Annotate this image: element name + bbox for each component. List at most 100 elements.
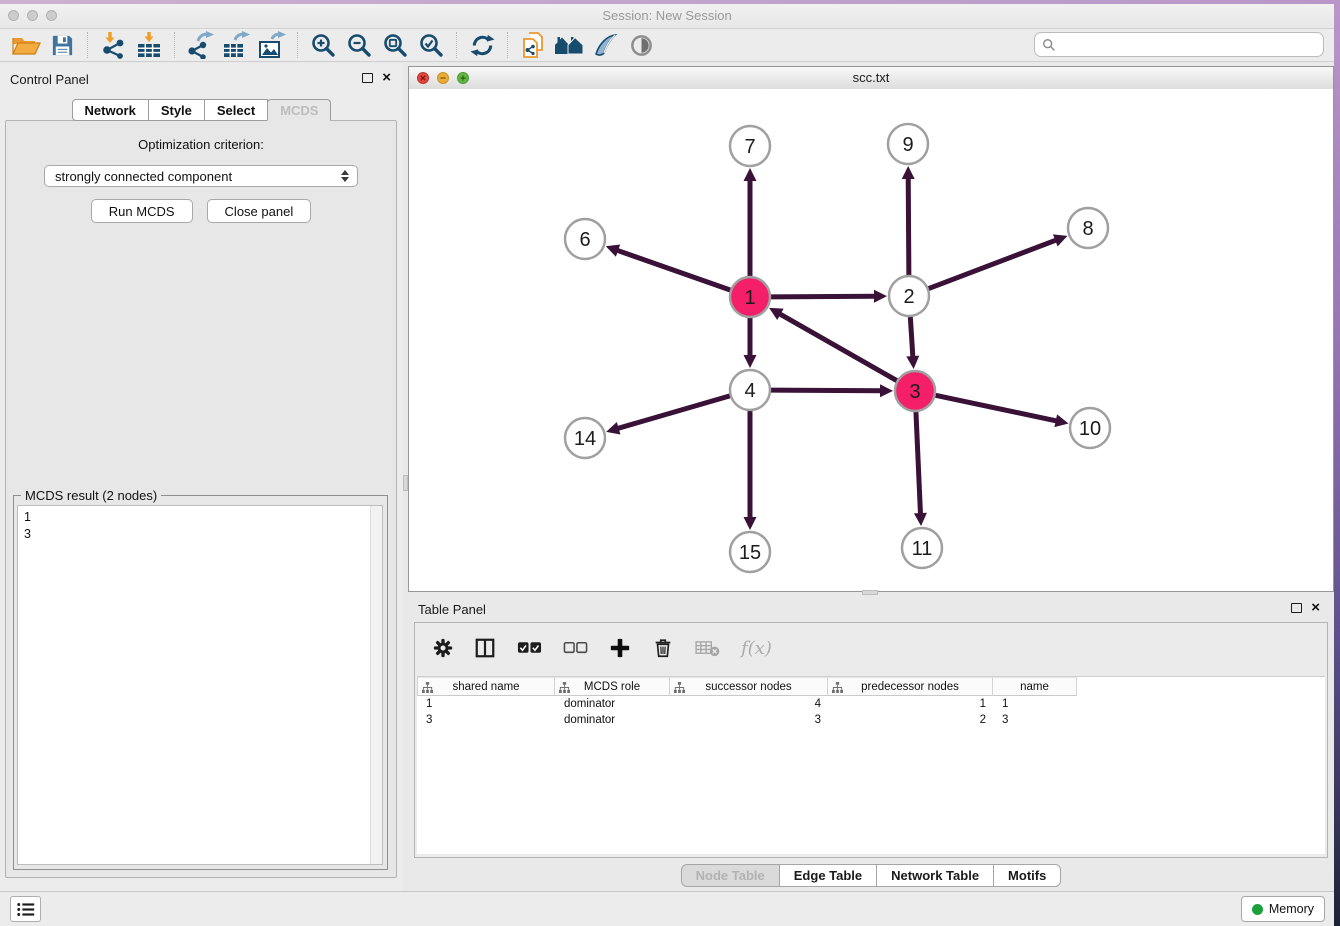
graph-edge-3-11[interactable] — [916, 412, 921, 515]
eye-icon[interactable] — [623, 30, 659, 60]
column-layout-icon[interactable] — [474, 637, 496, 659]
tab-network[interactable]: Network — [72, 99, 149, 121]
tab-style[interactable]: Style — [148, 99, 205, 121]
node-table[interactable]: shared name MCDS role successor nodes pr… — [417, 676, 1325, 854]
table-toolbar: f(x) — [415, 623, 1327, 673]
graph-node-label: 8 — [1082, 218, 1093, 240]
export-network-icon[interactable] — [182, 30, 218, 60]
open-file-icon[interactable] — [8, 30, 44, 60]
share-document-icon[interactable] — [515, 30, 551, 60]
delete-column-icon[interactable] — [652, 637, 674, 659]
result-scrollbar[interactable] — [370, 506, 382, 864]
graph-edge-arrowhead — [606, 422, 620, 434]
save-session-icon[interactable] — [44, 30, 80, 60]
select-all-rows-icon[interactable] — [517, 641, 542, 655]
zoom-out-icon[interactable] — [341, 30, 377, 60]
run-mcds-button[interactable]: Run MCDS — [91, 199, 193, 223]
zoom-selected-icon[interactable] — [413, 30, 449, 60]
tab-network-table[interactable]: Network Table — [876, 864, 994, 887]
import-network-icon[interactable] — [95, 30, 131, 60]
horizontal-splitter-grip[interactable] — [862, 590, 878, 595]
float-panel-icon[interactable] — [362, 73, 373, 83]
app-window: Session: New Session — [0, 0, 1340, 926]
table-tabs: Node Table Edge Table Network Table Moti… — [408, 864, 1334, 887]
graph-node-label: 1 — [744, 287, 755, 309]
graph-node-label: 11 — [912, 538, 933, 560]
close-panel-icon[interactable]: × — [1311, 602, 1320, 614]
tab-mcds[interactable]: MCDS — [267, 99, 331, 121]
tab-node-table[interactable]: Node Table — [681, 864, 780, 887]
function-builder-icon: f(x) — [741, 638, 772, 659]
graph-node-label: 9 — [902, 134, 913, 156]
toolbar-separator — [174, 32, 175, 58]
graph-edge-1-2[interactable] — [771, 296, 876, 297]
add-column-icon[interactable] — [609, 637, 631, 659]
column-header-predecessor-nodes[interactable]: predecessor nodes — [828, 677, 993, 696]
optimization-criterion-dropdown[interactable]: strongly connected component — [44, 165, 358, 187]
clear-table-icon — [695, 639, 720, 658]
mcds-result-box[interactable]: 1 3 — [17, 505, 383, 865]
control-panel-tabs: Network Style Select MCDS — [0, 99, 403, 121]
table-panel-content: f(x) shared name MCDS role successor nod… — [414, 622, 1328, 858]
network-canvas[interactable]: 1234678910111415 — [409, 89, 1333, 591]
network-view-window: scc.txt 1234678910111415 — [408, 66, 1334, 592]
mcds-result-line: 1 — [18, 506, 382, 526]
tab-motifs[interactable]: Motifs — [993, 864, 1061, 887]
graph-edge-2-8[interactable] — [929, 240, 1058, 289]
column-header-shared-name[interactable]: shared name — [417, 677, 555, 696]
graph-node-label: 10 — [1079, 418, 1101, 440]
graph-edge-4-14[interactable] — [617, 396, 730, 429]
graph-edge-arrowhead — [880, 384, 893, 397]
export-image-icon[interactable] — [254, 30, 290, 60]
float-panel-icon[interactable] — [1291, 603, 1302, 613]
task-history-button[interactable] — [10, 896, 41, 922]
tab-select[interactable]: Select — [204, 99, 268, 121]
search-field[interactable] — [1034, 32, 1324, 57]
window-title: Session: New Session — [0, 8, 1334, 23]
graph-edge-arrowhead — [606, 244, 620, 256]
tab-edge-table[interactable]: Edge Table — [779, 864, 877, 887]
memory-label: Memory — [1269, 902, 1314, 916]
graph-edge-arrowhead — [1054, 414, 1068, 427]
column-header-name[interactable]: name — [993, 677, 1077, 696]
mcds-result-group: MCDS result (2 nodes) 1 3 — [13, 495, 388, 870]
settings-gear-icon[interactable] — [433, 638, 453, 658]
column-type-icon — [559, 682, 570, 696]
desktop-background-right — [1334, 0, 1340, 926]
column-header-mcds-role[interactable]: MCDS role — [555, 677, 670, 696]
memory-button[interactable]: Memory — [1241, 896, 1325, 922]
zoom-in-icon[interactable] — [305, 30, 341, 60]
graph-node-label: 6 — [579, 229, 590, 251]
graph-edge-3-10[interactable] — [936, 395, 1058, 421]
import-table-icon[interactable] — [131, 30, 167, 60]
graph-edge-arrowhead — [906, 356, 919, 369]
graph-edge-2-3[interactable] — [910, 317, 913, 358]
graph-edge-1-6[interactable] — [616, 250, 730, 290]
home-icon[interactable] — [551, 30, 587, 60]
deselect-all-rows-icon[interactable] — [563, 641, 588, 655]
search-icon — [1042, 38, 1056, 52]
column-header-successor-nodes[interactable]: successor nodes — [670, 677, 828, 696]
table-row[interactable]: 1 dominator 4 1 1 — [417, 696, 1325, 712]
graph-edge-2-9[interactable] — [908, 177, 909, 275]
refresh-view-icon[interactable] — [464, 30, 500, 60]
network-graph: 1234678910111415 — [409, 89, 1333, 591]
toolbar-separator — [507, 32, 508, 58]
graph-node-label: 15 — [739, 542, 761, 564]
table-row[interactable]: 3 dominator 3 2 3 — [417, 712, 1325, 728]
graph-edge-3-1[interactable] — [779, 313, 897, 380]
style-brush-icon[interactable] — [587, 30, 623, 60]
chevron-up-down-icon — [341, 170, 349, 182]
close-panel-icon[interactable]: × — [382, 72, 391, 84]
status-bar: Memory — [0, 891, 1334, 926]
control-panel: Control Panel × Network Style Select MCD… — [0, 63, 403, 891]
export-table-icon[interactable] — [218, 30, 254, 60]
graph-edge-4-3[interactable] — [771, 390, 882, 391]
list-icon — [16, 901, 36, 918]
fit-content-icon[interactable] — [377, 30, 413, 60]
search-input[interactable] — [1061, 36, 1323, 53]
dropdown-value: strongly connected component — [55, 169, 232, 184]
network-window-titlebar[interactable]: scc.txt — [409, 67, 1333, 90]
close-panel-button[interactable]: Close panel — [207, 199, 312, 223]
memory-status-dot — [1252, 904, 1263, 915]
